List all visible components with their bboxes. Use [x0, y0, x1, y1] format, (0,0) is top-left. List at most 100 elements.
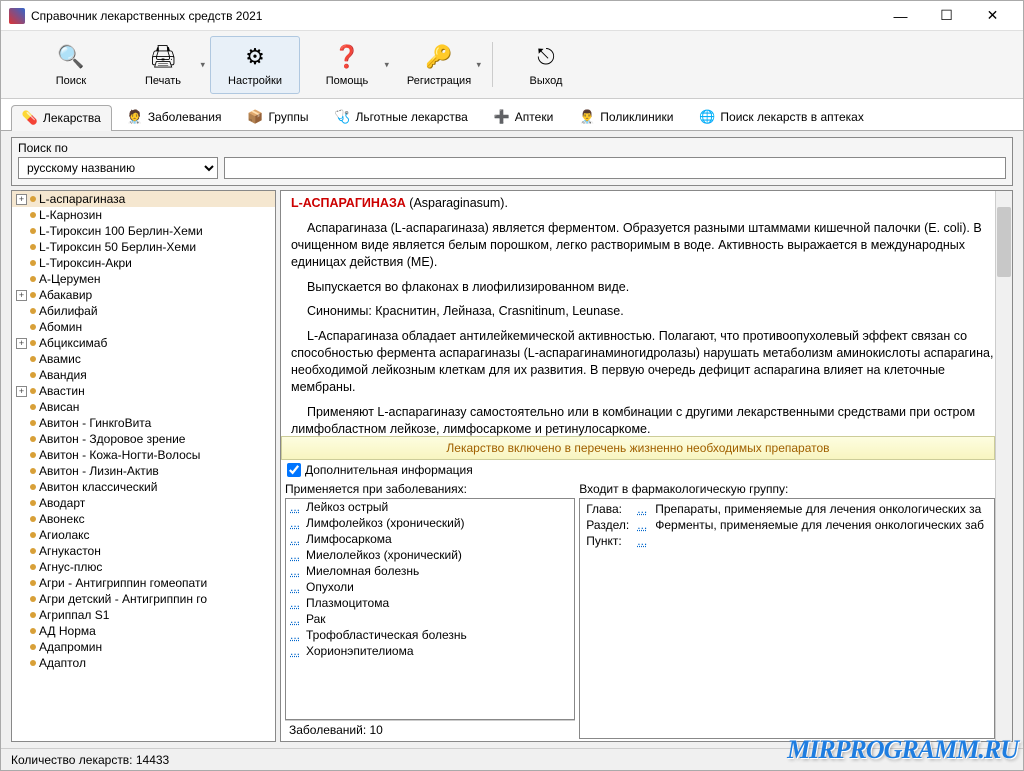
tree-item[interactable]: Агриппал S1: [12, 607, 275, 623]
tree-item[interactable]: А-Церумен: [12, 271, 275, 287]
detail-panel: L-АСПАРАГИНАЗА (Asparaginasum).Аспарагин…: [280, 190, 1013, 742]
tree-item[interactable]: Агнус-плюс: [12, 559, 275, 575]
tree-item[interactable]: Агри детский - Антигриппин го: [12, 591, 275, 607]
details-link[interactable]: ...: [637, 502, 647, 516]
pharmgroup-body[interactable]: Глава:...Препараты, применяемые для лече…: [579, 498, 995, 739]
details-link[interactable]: ...: [290, 564, 300, 578]
bullet-icon: [30, 420, 36, 426]
expand-icon[interactable]: +: [16, 386, 27, 397]
disease-row[interactable]: ...Миелолейкоз (хронический): [286, 547, 574, 563]
details-link[interactable]: ...: [290, 548, 300, 562]
close-button[interactable]: ✕: [970, 2, 1015, 30]
tree-item[interactable]: +Абакавир: [12, 287, 275, 303]
toolbar-register-button[interactable]: 🔑Регистрация▾: [394, 36, 484, 94]
tree-item[interactable]: Авитон - Лизин-Актив: [12, 463, 275, 479]
tree-item[interactable]: Абомин: [12, 319, 275, 335]
toolbar-search-button[interactable]: 🔍Поиск: [26, 36, 116, 94]
tab-meds[interactable]: 💊Лекарства: [11, 105, 112, 131]
status-bar: Количество лекарств: 14433: [1, 748, 1023, 770]
medicine-tree[interactable]: +L-аспарагиназаL-КарнозинL-Тироксин 100 …: [11, 190, 276, 742]
tab-pharmacies[interactable]: ➕Аптеки: [483, 104, 565, 130]
chevron-down-icon: ▾: [476, 59, 481, 70]
tree-item[interactable]: L-Карнозин: [12, 207, 275, 223]
tree-item[interactable]: Агнукастон: [12, 543, 275, 559]
bullet-icon: [30, 500, 36, 506]
details-link[interactable]: ...: [637, 534, 647, 548]
tree-item[interactable]: Авонекс: [12, 511, 275, 527]
details-link[interactable]: ...: [290, 612, 300, 626]
tree-item[interactable]: Авандия: [12, 367, 275, 383]
disease-row[interactable]: ...Лимфолейкоз (хронический): [286, 515, 574, 531]
diseases-icon: 🧑‍⚕️: [127, 109, 143, 125]
disease-row[interactable]: ...Лейкоз острый: [286, 499, 574, 515]
detail-scrollbar[interactable]: [995, 191, 1012, 741]
bullet-icon: [30, 388, 36, 394]
details-link[interactable]: ...: [290, 516, 300, 530]
tab-groups[interactable]: 📦Группы: [236, 104, 319, 130]
diseases-list[interactable]: ...Лейкоз острый...Лимфолейкоз (хроничес…: [285, 498, 575, 720]
search-input[interactable]: [224, 157, 1006, 179]
disease-row[interactable]: ...Лимфосаркома: [286, 531, 574, 547]
settings-icon: ⚙: [239, 43, 271, 71]
bullet-icon: [30, 340, 36, 346]
toolbar-help-button[interactable]: ❓Помощь▾: [302, 36, 392, 94]
pharmgroup-row: Раздел:...Ферменты, применяемые для лече…: [584, 517, 990, 533]
disease-row[interactable]: ...Хорионэпителиома: [286, 643, 574, 659]
meds-icon: 💊: [22, 110, 38, 126]
details-link[interactable]: ...: [290, 500, 300, 514]
tree-item[interactable]: Ависан: [12, 399, 275, 415]
toolbar-exit-button[interactable]: ⎋Выход: [501, 36, 591, 94]
bullet-icon: [30, 260, 36, 266]
expand-icon[interactable]: +: [16, 290, 27, 301]
details-link[interactable]: ...: [637, 518, 647, 532]
article-title: L-АСПАРАГИНАЗА: [291, 196, 406, 210]
expand-icon[interactable]: +: [16, 194, 27, 205]
tree-item[interactable]: L-Тироксин 50 Берлин-Хеми: [12, 239, 275, 255]
tree-item[interactable]: Авитон - Здоровое зрение: [12, 431, 275, 447]
tab-benefits[interactable]: 🩺Льготные лекарства: [323, 104, 478, 130]
toolbar-settings-button[interactable]: ⚙Настройки: [210, 36, 300, 94]
details-link[interactable]: ...: [290, 628, 300, 642]
tree-item[interactable]: Агиолакс: [12, 527, 275, 543]
tree-item[interactable]: Аводарт: [12, 495, 275, 511]
tree-item[interactable]: Абилифай: [12, 303, 275, 319]
minimize-button[interactable]: —: [878, 2, 923, 30]
details-link[interactable]: ...: [290, 532, 300, 546]
search-type-select[interactable]: русскому названию: [18, 157, 218, 179]
tree-item[interactable]: +L-аспарагиназа: [12, 191, 275, 207]
tree-item[interactable]: Авитон - ГинкгоВита: [12, 415, 275, 431]
description-area[interactable]: L-АСПАРАГИНАЗА (Asparaginasum).Аспарагин…: [281, 191, 1012, 436]
tree-item[interactable]: +Абциксимаб: [12, 335, 275, 351]
tree-item[interactable]: Адаптол: [12, 655, 275, 671]
bullet-icon: [30, 308, 36, 314]
details-link[interactable]: ...: [290, 580, 300, 594]
details-link[interactable]: ...: [290, 644, 300, 658]
disease-row[interactable]: ...Миеломная болезнь: [286, 563, 574, 579]
tree-item[interactable]: АД Норма: [12, 623, 275, 639]
maximize-button[interactable]: ☐: [924, 2, 969, 30]
tree-item[interactable]: Адапромин: [12, 639, 275, 655]
details-link[interactable]: ...: [290, 596, 300, 610]
app-icon: [9, 8, 25, 24]
tab-clinics[interactable]: 👨‍⚕️Поликлиники: [568, 104, 684, 130]
tree-item[interactable]: Авитон классический: [12, 479, 275, 495]
tree-item[interactable]: L-Тироксин 100 Берлин-Хеми: [12, 223, 275, 239]
disease-row[interactable]: ...Плазмоцитома: [286, 595, 574, 611]
tree-item[interactable]: Авитон - Кожа-Ногти-Волосы: [12, 447, 275, 463]
additional-info-checkbox[interactable]: [287, 463, 301, 477]
tree-item[interactable]: Агри - Антигриппин гомеопати: [12, 575, 275, 591]
disease-row[interactable]: ...Опухоли: [286, 579, 574, 595]
expand-icon[interactable]: +: [16, 338, 27, 349]
tree-item[interactable]: L-Тироксин-Акри: [12, 255, 275, 271]
tree-item[interactable]: +Авастин: [12, 383, 275, 399]
tab-diseases[interactable]: 🧑‍⚕️Заболевания: [116, 104, 233, 130]
disease-row[interactable]: ...Трофобластическая болезнь: [286, 627, 574, 643]
pharmgroup-row: Глава:...Препараты, применяемые для лече…: [584, 501, 990, 517]
tree-item[interactable]: Авамис: [12, 351, 275, 367]
tab-findpharm[interactable]: 🌐Поиск лекарств в аптеках: [688, 104, 874, 130]
disease-row[interactable]: ...Рак: [286, 611, 574, 627]
bullet-icon: [30, 452, 36, 458]
print-icon: 🖨: [147, 43, 179, 71]
bullet-icon: [30, 532, 36, 538]
toolbar-print-button[interactable]: 🖨Печать▾: [118, 36, 208, 94]
